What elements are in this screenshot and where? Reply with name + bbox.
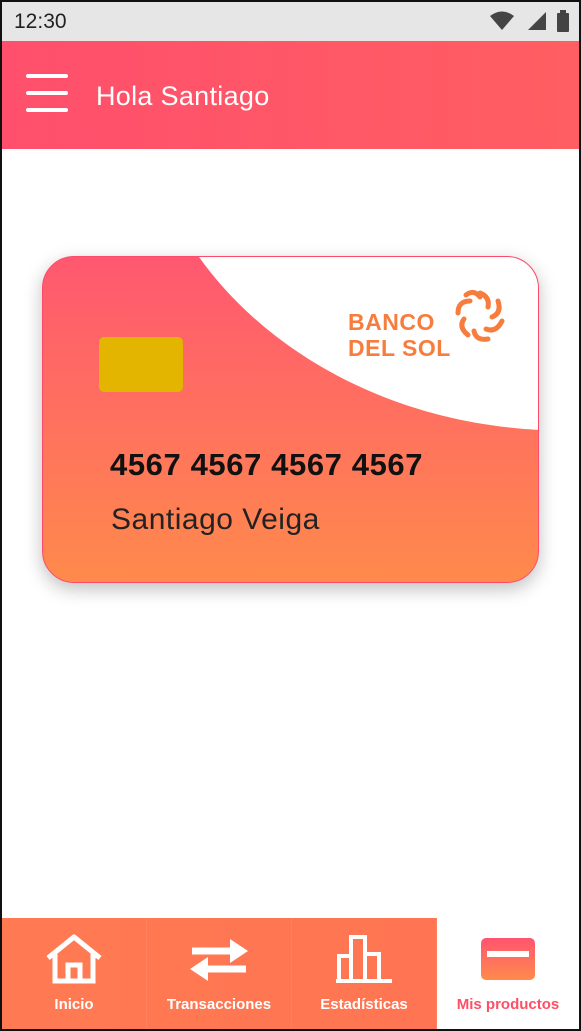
card-number: 4567 4567 4567 4567 [110,447,424,482]
nav-label-inicio: Inicio [54,996,94,1013]
app-header: Hola Santiago [2,41,579,149]
phone-screen: 12:30 Hola Santiago BANCO DEL SOL 4567 4… [0,0,581,1031]
nav-label-transacciones: Transacciones [166,996,272,1013]
swap-arrows-icon [190,939,248,981]
bar-chart-icon [336,935,392,983]
card-holder-name: Santiago Veiga [111,503,320,536]
nav-label-mis-productos: Mis productos [456,996,560,1013]
status-time: 12:30 [14,10,67,33]
signal-icon [528,12,546,30]
bank-logo: BANCO DEL SOL [348,287,518,361]
bank-name-line1: BANCO [348,309,435,335]
sun-logo-icon [455,289,505,342]
nav-item-inicio[interactable]: Inicio [2,918,147,1029]
nav-item-mis-productos[interactable]: Mis productos [437,918,579,1029]
greeting-title: Hola Santiago [96,81,270,111]
bottom-navigation: Inicio Transacciones Estadísticas Mis pr… [2,918,579,1029]
card-chip [99,337,183,392]
status-icons [489,10,569,32]
wifi-icon [490,11,514,30]
home-icon [46,934,102,984]
status-bar: 12:30 [2,2,579,41]
nav-item-estadisticas[interactable]: Estadísticas [292,918,437,1029]
battery-icon [557,10,569,32]
credit-card-icon [481,938,535,980]
bank-name: BANCO DEL SOL [348,309,451,361]
nav-label-estadisticas: Estadísticas [320,996,408,1013]
hamburger-menu-icon[interactable] [26,74,70,114]
credit-card[interactable]: BANCO DEL SOL 4567 4567 4567 4567 Santia… [42,256,539,583]
bank-name-line2: DEL SOL [348,335,451,361]
nav-item-transacciones[interactable]: Transacciones [147,918,292,1029]
